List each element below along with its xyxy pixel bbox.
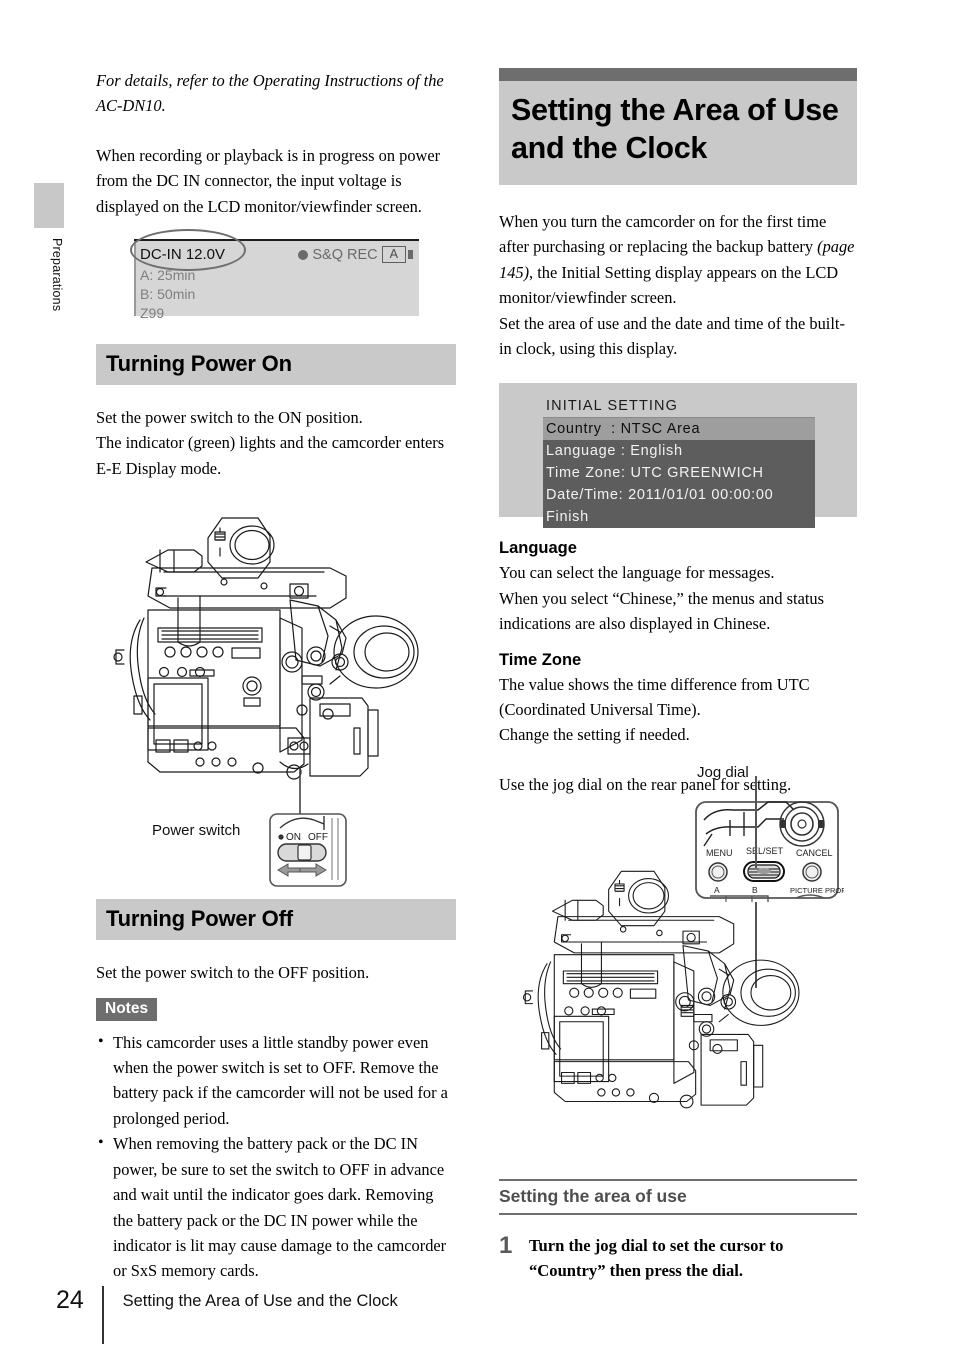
menu-row-finish[interactable]: Finish (543, 506, 815, 528)
section-heading-turning-power-off: Turning Power Off (96, 899, 456, 941)
rec-dot-icon (298, 249, 309, 260)
lcd-left-rule (134, 241, 136, 317)
power-off-body: Set the power switch to the OFF position… (96, 963, 370, 983)
switch-on-text: ON (286, 832, 301, 843)
heading-time-zone: Time Zone (499, 650, 582, 669)
lcd-status-figure: DC-IN 12.0V A: 25min B: 50min Z99 S&Q RE… (130, 229, 419, 321)
step-1: 1 Turn the jog dial to set the cursor to… (499, 1233, 857, 1283)
lcd-rec-mode-label: S&Q REC (312, 246, 378, 263)
page-number: 24 (56, 1286, 84, 1314)
list-item: This camcorder uses a little standby pow… (96, 1029, 456, 1132)
power-on-body: Set the power switch to the ON position.… (96, 408, 445, 478)
chapter-title-block: Setting the Area of Use and the Clock (499, 68, 857, 185)
initial-setting-intro: When you turn the camcorder on for the f… (499, 209, 857, 361)
step-1-number: 1 (499, 1232, 513, 1260)
notes-badge: Notes (96, 997, 158, 1021)
lcd-slot-badge-letter: A (381, 246, 406, 264)
timezone-body: The value shows the time difference from… (499, 674, 810, 745)
intro-italic-paragraph: For details, refer to the Operating Inst… (96, 71, 444, 116)
side-tab-block (34, 183, 64, 228)
lcd-rec-status: S&Q REC A (298, 246, 413, 264)
dcin-paragraph: When recording or playback is in progres… (96, 145, 441, 216)
switch-off-text: OFF (308, 832, 328, 843)
notes-list: This camcorder uses a little standby pow… (96, 1029, 456, 1284)
lcd-slot-badge-square-icon (408, 250, 413, 260)
power-switch-caption: Power switch (152, 822, 241, 839)
camcorder-illustration-power-switch (113, 517, 419, 816)
menu-row-date-time[interactable]: Date/Time: 2011/01/01 00:00:00 (543, 484, 815, 506)
lcd-slot-badge: A (381, 246, 413, 264)
step-1-text: Turn the jog dial to set the cursor to “… (529, 1236, 784, 1281)
list-item: When removing the battery pack or the DC… (96, 1130, 456, 1283)
intro-text-part1: When you turn the camcorder on for the f… (499, 212, 827, 257)
lcd-clip-name: Z99 (140, 305, 165, 322)
menu-body: Country : NTSC Area Language : English T… (543, 418, 815, 529)
initial-setting-menu-figure: INITIAL SETTING Country : NTSC Area Lang… (499, 383, 857, 529)
menu-row-language[interactable]: Language : English (543, 440, 815, 462)
camcorder-illustration-jog-dial (522, 870, 800, 1109)
heading-language: Language (499, 539, 577, 558)
menu-row-country[interactable]: Country : NTSC Area (543, 418, 815, 441)
side-tab-label: Preparations (50, 238, 64, 312)
footer-divider (102, 1286, 104, 1344)
section-heading-turning-power-on: Turning Power On (96, 344, 456, 386)
page-title: Setting the Area of Use and the Clock (499, 81, 857, 185)
lcd-dc-in-value: DC-IN 12.0V (140, 246, 226, 264)
page-footer: 24 Setting the Area of Use and the Clock (56, 1286, 398, 1344)
footer-title: Setting the Area of Use and the Clock (122, 1292, 398, 1310)
intro-text-part2: , the Initial Setting display appears on… (499, 262, 845, 359)
menu-inner: INITIAL SETTING Country : NTSC Area Lang… (543, 398, 815, 529)
lcd-slot-a-remaining: A: 25min (140, 267, 196, 284)
menu-title: INITIAL SETTING (543, 398, 815, 419)
language-body: You can select the language for messages… (499, 563, 824, 634)
manual-page: Preparations For details, refer to the O… (0, 0, 954, 1352)
menu-row-time-zone[interactable]: Time Zone: UTC GREENWICH (543, 462, 815, 484)
chapter-title-topbar (499, 68, 857, 81)
sub-heading-setting-the-area-of-use: Setting the area of use (499, 1179, 857, 1216)
lcd-slot-b-remaining: B: 50min (140, 286, 196, 303)
